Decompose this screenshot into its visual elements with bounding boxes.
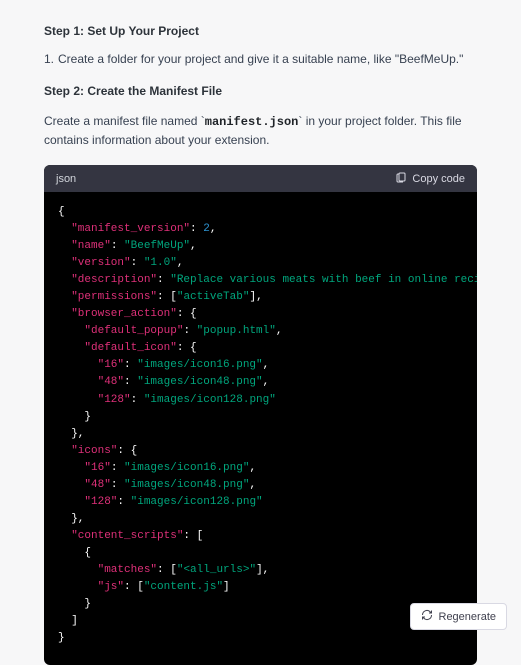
step-1-label: Step 1: (44, 24, 84, 38)
intro-before: Create a manifest file named (44, 114, 201, 128)
step-1-list-item: 1. Create a folder for your project and … (44, 52, 477, 66)
manifest-filename: manifest.json (205, 115, 299, 129)
code-block: json Copy code { "manifest_version": 2, … (44, 165, 477, 665)
regenerate-button[interactable]: Regenerate (410, 603, 508, 630)
step-1-heading: Step 1: Set Up Your Project (44, 24, 477, 38)
list-item-text: Create a folder for your project and giv… (58, 52, 477, 66)
article-content: Step 1: Set Up Your Project 1. Create a … (0, 0, 521, 665)
code-header: json Copy code (44, 165, 477, 192)
step-1-title: Set Up Your Project (87, 24, 199, 38)
copy-code-button[interactable]: Copy code (395, 171, 465, 186)
list-item-number: 1. (44, 52, 58, 66)
copy-code-label: Copy code (412, 173, 465, 185)
step-2-title: Create the Manifest File (87, 84, 222, 98)
code-language-label: json (56, 173, 76, 185)
clipboard-icon (395, 171, 407, 186)
refresh-icon (421, 609, 433, 624)
step-2-label: Step 2: (44, 84, 84, 98)
step-2-intro: Create a manifest file named `manifest.j… (44, 112, 477, 149)
regenerate-label: Regenerate (439, 611, 497, 623)
step-2-heading: Step 2: Create the Manifest File (44, 84, 477, 98)
code-body[interactable]: { "manifest_version": 2, "name": "BeefMe… (44, 192, 477, 665)
